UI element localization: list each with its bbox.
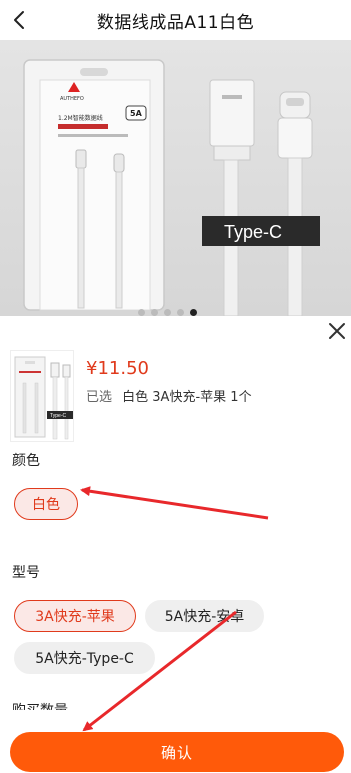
page-title: 数据线成品A11白色 <box>96 12 255 33</box>
chevron-left-icon <box>14 11 24 29</box>
thumbnail-image: Type-C <box>14 356 73 440</box>
carousel-dot-active <box>190 309 197 316</box>
top-bar: 数据线成品A11白色 <box>0 0 351 40</box>
close-icon <box>329 323 345 339</box>
back-button[interactable] <box>6 6 34 34</box>
model-option-5a-type-c[interactable]: 5A快充-Type-C <box>14 642 155 674</box>
box-brand: AUTHEFO <box>60 96 84 102</box>
selected-count: 1个 <box>230 390 252 405</box>
carousel-dot <box>151 309 158 316</box>
model-option-5a-android[interactable]: 5A快充-安卓 <box>145 600 264 632</box>
color-section-label: 颜色 <box>12 453 40 469</box>
thumb-type-c-label: Type-C <box>50 413 67 419</box>
product-thumbnail[interactable]: Type-C <box>10 350 74 442</box>
model-section-label: 型号 <box>12 565 40 581</box>
selected-spec-summary: 已选 白色 3A快充-苹果 1个 <box>86 386 252 405</box>
model-option-3a-apple[interactable]: 3A快充-苹果 <box>14 600 136 632</box>
product-photo: AUTHEFO 5A 1.2M智能数据线 Type-C <box>23 59 320 316</box>
carousel-dot <box>177 309 184 316</box>
color-option-white[interactable]: 白色 <box>14 488 78 520</box>
product-image-banner[interactable]: AUTHEFO 5A 1.2M智能数据线 Type-C <box>0 40 351 316</box>
type-c-label: Type-C <box>224 222 282 242</box>
box-amp-badge: 5A <box>130 109 143 118</box>
confirm-button[interactable]: 确认 <box>10 732 344 772</box>
carousel-dot <box>138 309 145 316</box>
box-title: 1.2M智能数据线 <box>58 114 103 122</box>
selected-prefix: 已选 <box>86 390 113 405</box>
selected-spec: 白色 3A快充-苹果 <box>122 390 227 405</box>
carousel-indicator <box>138 309 197 316</box>
carousel-dot <box>164 309 171 316</box>
close-button[interactable] <box>325 319 349 343</box>
product-price: ¥11.50 <box>86 358 149 379</box>
